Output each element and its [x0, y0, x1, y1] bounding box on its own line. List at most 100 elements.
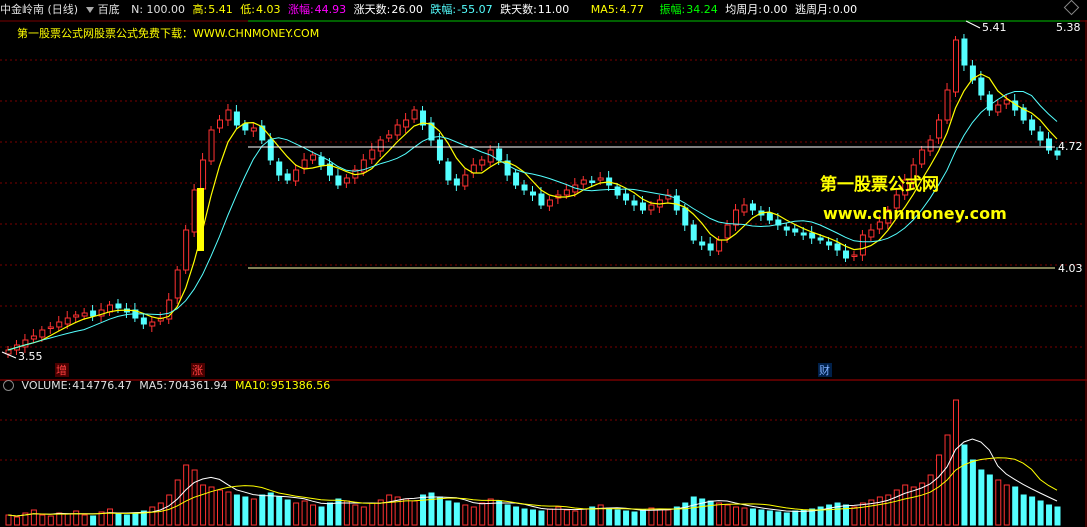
volume-bar	[470, 506, 477, 526]
candle-body	[496, 148, 503, 161]
candle-body	[513, 172, 520, 186]
volume-bar	[250, 498, 257, 526]
volume-bar	[267, 492, 274, 526]
candle-body	[191, 189, 198, 233]
volume-bar	[318, 506, 325, 526]
volume-bar	[183, 464, 190, 526]
candle-body	[310, 154, 317, 161]
candle-body	[817, 237, 824, 241]
volume-bar	[284, 499, 291, 526]
volume-bar	[360, 506, 367, 526]
volume-bar	[123, 514, 130, 526]
candle-body	[149, 321, 156, 327]
volume-bar	[259, 494, 266, 526]
candle-body	[115, 303, 122, 309]
price-label-peak: 5.41	[982, 21, 1007, 34]
candle-body	[293, 169, 300, 182]
volume-bar	[521, 508, 528, 526]
volume-bar	[851, 506, 858, 526]
volume-bar	[225, 491, 232, 526]
volume-bar	[242, 496, 249, 526]
volume-bar	[462, 504, 469, 526]
candle-body	[766, 212, 773, 221]
volume-bar	[936, 454, 943, 526]
volume-bar	[47, 515, 54, 526]
candle-body	[733, 209, 740, 226]
volume-bar	[724, 504, 731, 526]
candle-body	[453, 178, 460, 186]
volume-bar	[403, 498, 410, 526]
volume-bar	[893, 489, 900, 526]
candle-body	[73, 314, 80, 318]
volume-bar	[859, 502, 866, 526]
volume-bar	[1046, 504, 1053, 526]
candle-body	[445, 161, 452, 181]
candle-body	[995, 104, 1002, 113]
price-chart[interactable]: 5.38 5.41 4.72 4.03 3.55 增 涨 财	[0, 0, 1087, 527]
volume-bar	[902, 484, 909, 526]
volume-bar	[741, 507, 748, 526]
volume-bar	[733, 506, 740, 526]
volume-bar	[589, 506, 596, 526]
volume-bar	[310, 504, 317, 526]
candle-body	[1046, 138, 1053, 151]
candle-body	[597, 177, 604, 181]
candle-body	[1037, 131, 1044, 141]
volume-bar	[961, 444, 968, 526]
volume-bar	[623, 510, 630, 526]
volume-bar	[149, 506, 156, 526]
candle-body	[1029, 119, 1036, 131]
watermark-url: www.chnmoney.com	[823, 204, 1007, 223]
candle-body	[64, 317, 71, 325]
volume-bar	[30, 509, 37, 526]
volume-bar	[453, 502, 460, 526]
volume-bar	[682, 502, 689, 526]
price-label-resistance: 4.72	[1058, 140, 1083, 153]
volume-bar	[90, 515, 97, 526]
volume-bar	[377, 499, 384, 526]
volume-bar	[572, 510, 579, 526]
candle-body	[369, 149, 376, 160]
candle-body	[826, 241, 833, 246]
volume-bar	[580, 508, 587, 526]
volume-bar	[986, 474, 993, 526]
volume-bar	[233, 494, 240, 526]
volume-bar	[200, 484, 207, 526]
candle-body	[47, 326, 54, 329]
volume-bar	[758, 509, 765, 526]
volume-bar	[276, 496, 283, 526]
volume-bar	[783, 512, 790, 526]
candle-body	[606, 177, 613, 186]
candle-body	[276, 161, 283, 176]
volume-label: VOLUME:	[21, 379, 72, 392]
volume-bar	[749, 508, 756, 526]
volume-bar	[766, 510, 773, 526]
volume-bar	[445, 500, 452, 526]
price-label-top: 5.38	[1056, 21, 1081, 34]
volume-bar	[639, 509, 646, 526]
volume-bar	[665, 509, 672, 526]
marker-zhang: 涨	[192, 364, 203, 377]
candle-body	[394, 124, 401, 136]
volume-bar	[208, 486, 215, 526]
volume-bar	[352, 504, 359, 526]
volume-toggle-icon[interactable]	[3, 379, 14, 391]
candle-body	[284, 173, 291, 181]
volume-bar	[301, 500, 308, 526]
marker-zeng: 增	[56, 363, 67, 377]
volume-bar	[216, 489, 223, 526]
candle-body	[868, 229, 875, 238]
volume-bar	[1037, 500, 1044, 526]
candle-body	[843, 250, 850, 259]
volume-bar	[656, 508, 663, 526]
volume-bar	[343, 500, 350, 526]
volume-bar	[910, 486, 917, 526]
candle-body	[386, 134, 393, 139]
volume-bar	[707, 500, 714, 526]
volume-bar	[326, 502, 333, 526]
volume-bar	[1003, 484, 1010, 526]
candle-body	[580, 179, 587, 185]
candle-body	[986, 94, 993, 111]
candle-body	[707, 243, 714, 251]
candle-body	[521, 184, 528, 191]
